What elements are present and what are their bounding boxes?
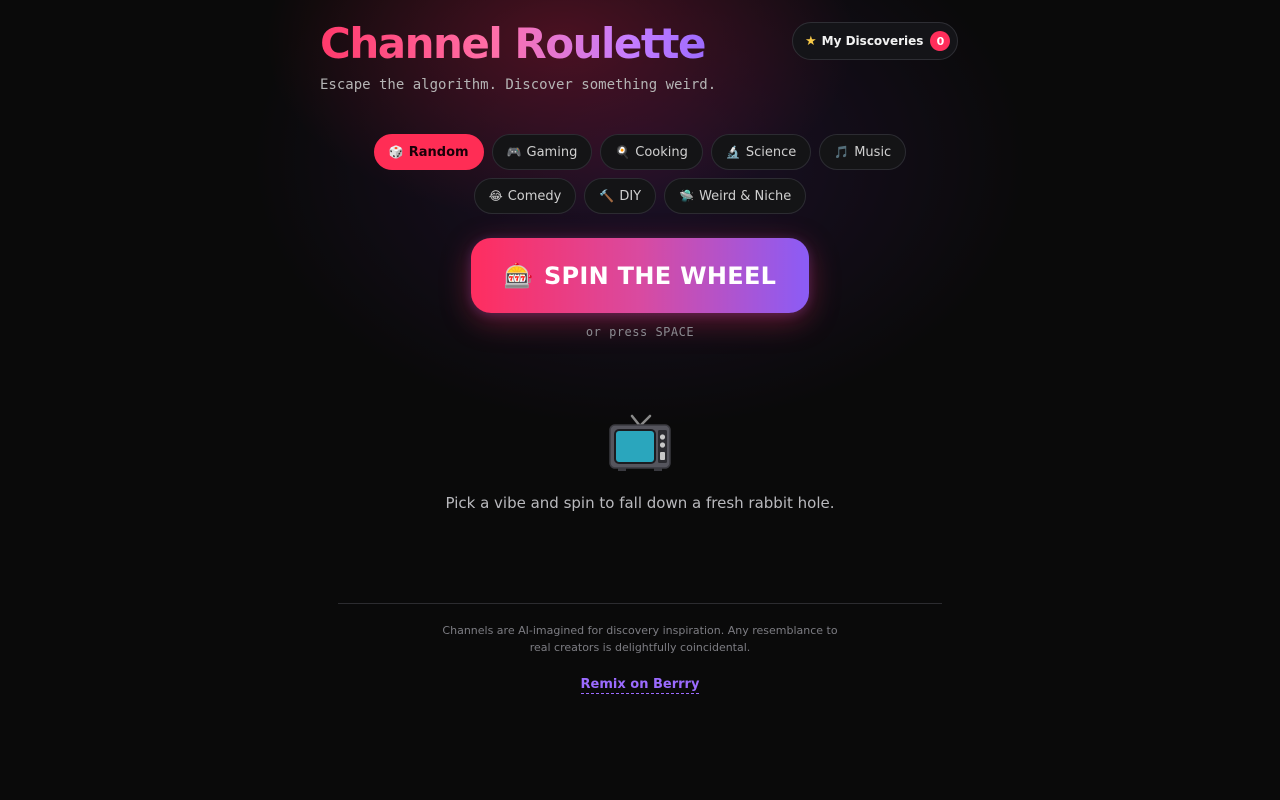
category-chip-science[interactable]: 🔬 Science (710, 134, 812, 170)
category-row-2: 😂 Comedy 🔨 DIY 🛸 Weird & Niche (320, 178, 960, 214)
page-subtitle: Escape the algorithm. Discover something… (320, 77, 717, 93)
main-container: Channel Roulette Escape the algorithm. D… (320, 0, 960, 800)
game-controller-icon: 🎮 (506, 145, 522, 159)
header: Channel Roulette Escape the algorithm. D… (320, 18, 960, 108)
empty-state-message: Pick a vibe and spin to fall down a fres… (445, 494, 835, 512)
my-discoveries-button[interactable]: ★ My Discoveries 0 (792, 22, 958, 60)
tv-icon (608, 410, 672, 474)
category-chip-comedy[interactable]: 😂 Comedy (473, 178, 577, 214)
remix-link-wrap: Remix on Berrry (320, 673, 960, 694)
category-chip-music[interactable]: 🎵 Music (819, 134, 907, 170)
footer-disclaimer: Channels are AI-imagined for discovery i… (442, 624, 838, 654)
hammer-icon: 🔨 (599, 189, 615, 203)
keyboard-hint: or press SPACE (585, 325, 695, 339)
category-label: Weird & Niche (699, 188, 792, 204)
laughing-face-icon: 😂 (488, 189, 503, 203)
remix-on-berrry-link[interactable]: Remix on Berrry (580, 677, 700, 694)
category-label: Comedy (507, 188, 562, 204)
empty-state: Pick a vibe and spin to fall down a fres… (320, 410, 960, 512)
category-label: Science (745, 144, 797, 160)
category-label: Music (854, 144, 892, 160)
category-label: Random (408, 144, 469, 160)
ufo-icon: 🛸 (679, 189, 695, 203)
category-label: Gaming (526, 144, 578, 160)
footer-divider (338, 603, 942, 604)
category-chip-gaming[interactable]: 🎮 Gaming (491, 134, 593, 170)
spin-button-label: SPIN THE WHEEL (543, 261, 777, 290)
spin-area: 🎰 SPIN THE WHEEL (471, 238, 809, 313)
category-label: DIY (619, 188, 642, 204)
star-icon: ★ (805, 33, 817, 49)
my-discoveries-label: My Discoveries (821, 34, 924, 48)
category-chip-cooking[interactable]: 🍳 Cooking (600, 134, 703, 170)
microscope-icon: 🔬 (725, 145, 741, 159)
frying-pan-icon: 🍳 (615, 145, 631, 159)
category-row-1: 🎲 Random 🎮 Gaming 🍳 Cooking 🔬 Science 🎵 … (320, 134, 960, 170)
slot-machine-icon: 🎰 (503, 261, 534, 290)
category-chip-diy[interactable]: 🔨 DIY (584, 178, 657, 214)
music-note-icon: 🎵 (834, 145, 850, 159)
category-label: Cooking (635, 144, 688, 160)
category-chips: 🎲 Random 🎮 Gaming 🍳 Cooking 🔬 Science 🎵 … (320, 134, 960, 222)
page-title: Channel Roulette (320, 19, 707, 68)
category-chip-weird-niche[interactable]: 🛸 Weird & Niche (664, 178, 807, 214)
spin-the-wheel-button[interactable]: 🎰 SPIN THE WHEEL (471, 238, 809, 313)
dice-icon: 🎲 (388, 145, 404, 159)
discoveries-count-badge: 0 (930, 31, 951, 51)
category-chip-random[interactable]: 🎲 Random (373, 134, 484, 170)
